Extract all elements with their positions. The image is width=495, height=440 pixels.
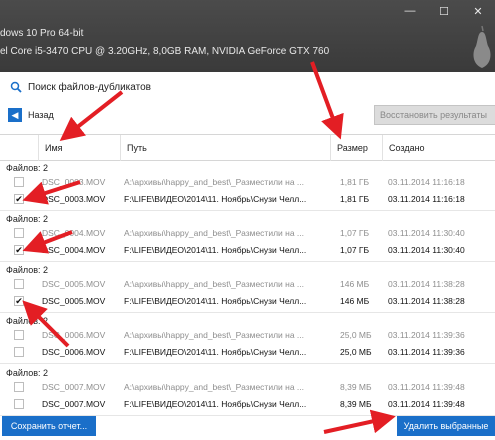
magnifier-icon <box>10 81 22 93</box>
table-row[interactable]: DSC_0005.MOV A:\архивы\happy_and_best\_Ра… <box>0 277 495 292</box>
row-checkbox[interactable]: ✔ <box>14 296 24 306</box>
group-label: Файлов: 2 <box>6 163 49 173</box>
group-label: Файлов: 2 <box>6 265 49 275</box>
file-name: DSC_0007.MOV <box>42 399 106 409</box>
column-header-size[interactable]: Размер <box>330 135 382 161</box>
file-size: 146 МБ <box>340 296 370 306</box>
table-row[interactable]: ✔ DSC_0004.MOV F:\LIFE\ВИДЕО\2014\11. Нояб… <box>0 243 495 258</box>
table-row[interactable]: DSC_0003.MOV A:\архивы\happy_and_best\_Ра… <box>0 175 495 190</box>
table-row[interactable]: DSC_0007.MOV A:\архивы\happy_and_best\_Ра… <box>0 380 495 395</box>
row-checkbox[interactable] <box>14 347 24 357</box>
table-row[interactable]: DSC_0004.MOV A:\архивы\happy_and_best\_Ра… <box>0 226 495 241</box>
group-separator <box>0 210 495 211</box>
table-row[interactable]: DSC_0006.MOV F:\LIFE\ВИДЕО\2014\11. Ноябр… <box>0 345 495 360</box>
file-size: 1,81 ГБ <box>340 177 370 187</box>
group-label: Файлов: 2 <box>6 316 49 326</box>
file-path: A:\архивы\happy_and_best\_Разместили на … <box>124 177 305 187</box>
table-row[interactable]: DSC_0007.MOV F:\LIFE\ВИДЕО\2014\11. Ноябр… <box>0 397 495 412</box>
pear-logo-icon <box>473 25 491 68</box>
file-path: F:\LIFE\ВИДЕО\2014\11. Ноябрь\Снузи Челл… <box>124 347 307 357</box>
group-label: Файлов: 2 <box>6 368 49 378</box>
file-name: DSC_0006.MOV <box>42 330 106 340</box>
back-button[interactable]: ◀ Назад <box>0 108 54 122</box>
file-name: DSC_0003.MOV <box>42 177 106 187</box>
app-title: Поиск файлов-дубликатов <box>28 81 151 93</box>
navigation-bar: ◀ Назад Восстановить результаты <box>0 102 495 128</box>
table-row[interactable]: ✔ DSC_0003.MOV F:\LIFE\ВИДЕО\2014\11. Нояб… <box>0 192 495 207</box>
group-separator <box>0 261 495 262</box>
file-name: DSC_0004.MOV <box>42 228 106 238</box>
table-row[interactable]: DSC_0006.MOV A:\архивы\happy_and_best\_Ра… <box>0 328 495 343</box>
hardware-info-text: el Core i5-3470 CPU @ 3.20GHz, 8,0GB RAM… <box>0 46 330 57</box>
app-title-bar: Поиск файлов-дубликатов <box>0 76 495 98</box>
file-size: 1,07 ГБ <box>340 245 370 255</box>
restore-results-button[interactable]: Восстановить результаты <box>374 105 495 125</box>
bottom-toolbar: Сохранить отчет... Удалить выбранные <box>0 412 495 440</box>
file-size: 8,39 МБ <box>340 399 372 409</box>
file-path: A:\архивы\happy_and_best\_Разместили на … <box>124 228 305 238</box>
file-date: 03.11.2014 11:16:18 <box>388 177 465 187</box>
group-separator <box>0 363 495 364</box>
group-label: Файлов: 2 <box>6 214 49 224</box>
minimize-button[interactable]: — <box>393 0 427 22</box>
table-row[interactable]: ✔ DSC_0005.MOV F:\LIFE\ВИДЕО\2014\11. Нояб… <box>0 294 495 309</box>
file-name: DSC_0005.MOV <box>42 296 106 306</box>
file-path: A:\архивы\happy_and_best\_Разместили на … <box>124 382 305 392</box>
duplicates-table: Имя Путь Размер Создано Файлов: 2 DSC_000… <box>0 134 495 416</box>
file-date: 03.11.2014 11:39:36 <box>388 330 465 340</box>
os-info-text: dows 10 Pro 64-bit <box>0 28 84 39</box>
save-report-button[interactable]: Сохранить отчет... <box>2 416 96 436</box>
file-name: DSC_0004.MOV <box>42 245 106 255</box>
file-date: 03.11.2014 11:38:28 <box>388 296 465 306</box>
row-checkbox[interactable]: ✔ <box>14 245 24 255</box>
file-path: A:\архивы\happy_and_best\_Разместили на … <box>124 279 305 289</box>
group-separator <box>0 312 495 313</box>
file-name: DSC_0007.MOV <box>42 382 106 392</box>
row-checkbox[interactable] <box>14 382 24 392</box>
row-checkbox[interactable] <box>14 399 24 409</box>
file-name: DSC_0003.MOV <box>42 194 106 204</box>
row-checkbox[interactable] <box>14 279 24 289</box>
window-controls: — ☐ ✕ <box>393 0 495 22</box>
row-checkbox[interactable]: ✔ <box>14 194 24 204</box>
maximize-button[interactable]: ☐ <box>427 0 461 22</box>
file-name: DSC_0006.MOV <box>42 347 106 357</box>
file-size: 8,39 МБ <box>340 382 372 392</box>
file-date: 03.11.2014 11:39:48 <box>388 382 465 392</box>
row-checkbox[interactable] <box>14 177 24 187</box>
delete-selected-button[interactable]: Удалить выбранные <box>397 416 495 436</box>
row-checkbox[interactable] <box>14 228 24 238</box>
file-name: DSC_0005.MOV <box>42 279 106 289</box>
column-header-created[interactable]: Создано <box>382 135 495 161</box>
file-date: 03.11.2014 11:39:36 <box>388 347 465 357</box>
file-size: 25,0 МБ <box>340 330 372 340</box>
file-size: 1,81 ГБ <box>340 194 370 204</box>
row-checkbox[interactable] <box>14 330 24 340</box>
file-path: F:\LIFE\ВИДЕО\2014\11. Ноябрь\Снузи Челл… <box>124 245 307 255</box>
file-date: 03.11.2014 11:30:40 <box>388 245 465 255</box>
file-path: F:\LIFE\ВИДЕО\2014\11. Ноябрь\Снузи Челл… <box>124 296 307 306</box>
table-header: Имя Путь Размер Создано <box>0 135 495 161</box>
file-path: A:\архивы\happy_and_best\_Разместили на … <box>124 330 305 340</box>
back-arrow-icon: ◀ <box>8 108 22 122</box>
file-size: 25,0 МБ <box>340 347 372 357</box>
file-date: 03.11.2014 11:38:28 <box>388 279 465 289</box>
column-header-name[interactable]: Имя <box>38 135 122 161</box>
close-button[interactable]: ✕ <box>461 0 495 22</box>
file-path: F:\LIFE\ВИДЕО\2014\11. Ноябрь\Снузи Челл… <box>124 194 307 204</box>
file-size: 1,07 ГБ <box>340 228 370 238</box>
file-path: F:\LIFE\ВИДЕО\2014\11. Ноябрь\Снузи Челл… <box>124 399 307 409</box>
window-titlebar: dows 10 Pro 64-bit el Core i5-3470 CPU @… <box>0 0 495 72</box>
back-label: Назад <box>28 110 54 120</box>
file-date: 03.11.2014 11:30:40 <box>388 228 465 238</box>
file-size: 146 МБ <box>340 279 370 289</box>
file-date: 03.11.2014 11:16:18 <box>388 194 465 204</box>
file-date: 03.11.2014 11:39:48 <box>388 399 465 409</box>
column-header-path[interactable]: Путь <box>120 135 330 161</box>
